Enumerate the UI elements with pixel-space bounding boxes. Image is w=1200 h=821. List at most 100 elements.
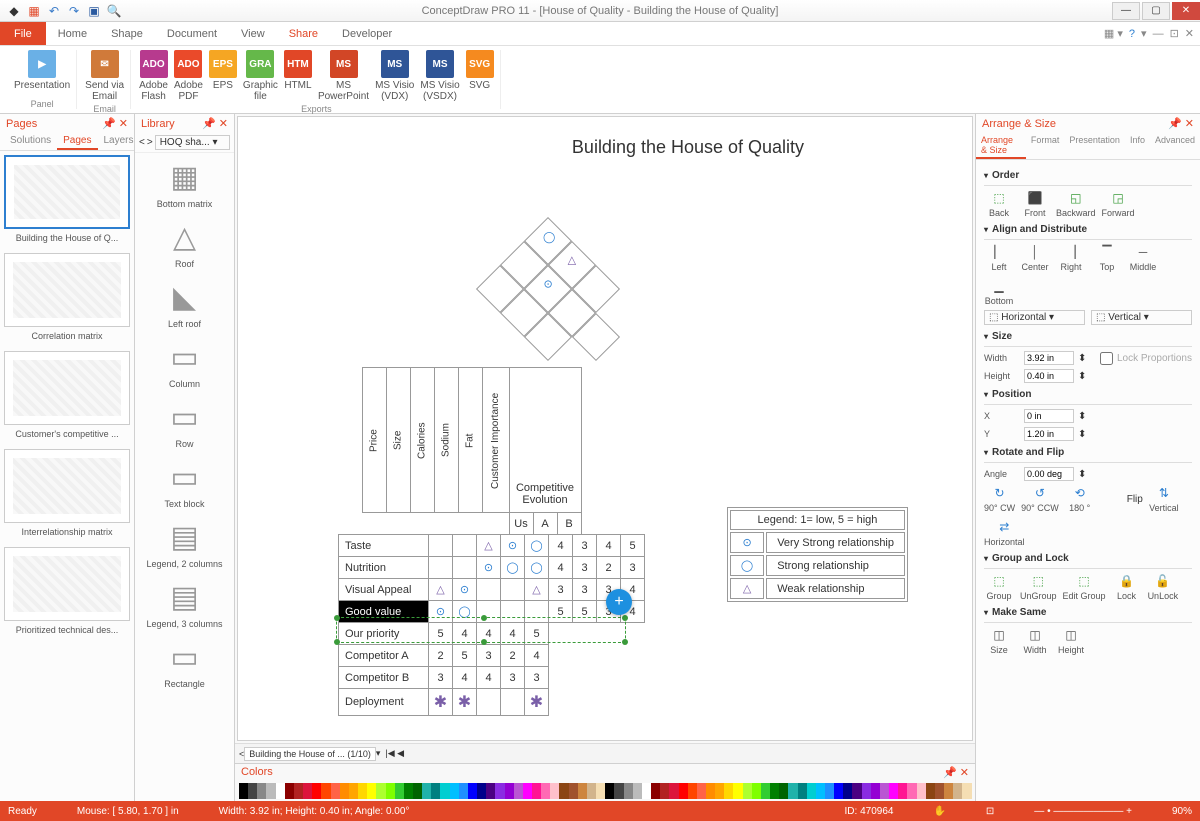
color-swatch[interactable] bbox=[440, 783, 449, 799]
color-swatch[interactable] bbox=[743, 783, 752, 799]
color-swatch[interactable] bbox=[395, 783, 404, 799]
color-swatch[interactable] bbox=[962, 783, 971, 799]
menu-developer[interactable]: Developer bbox=[330, 24, 404, 44]
color-swatch[interactable] bbox=[550, 783, 559, 799]
row-label[interactable]: Visual Appeal bbox=[339, 579, 429, 601]
ribbon-eps[interactable]: EPSEPS bbox=[209, 50, 237, 91]
color-swatch[interactable] bbox=[349, 783, 358, 799]
color-swatch[interactable] bbox=[450, 783, 459, 799]
menu-shape[interactable]: Shape bbox=[99, 24, 155, 44]
color-swatch[interactable] bbox=[331, 783, 340, 799]
row-label[interactable]: Competitor B bbox=[339, 667, 429, 689]
help-icon[interactable]: ? bbox=[1129, 28, 1135, 40]
pin-icon[interactable]: 📌 bbox=[943, 767, 957, 779]
color-swatch[interactable] bbox=[312, 783, 321, 799]
color-swatch[interactable] bbox=[880, 783, 889, 799]
close-panel-icon[interactable]: ✕ bbox=[960, 767, 969, 779]
ribbon-ms-visio-(vsdx)[interactable]: MSMS Visio (VSDX) bbox=[420, 50, 459, 102]
pin-icon[interactable]: 📌 bbox=[1168, 118, 1182, 130]
color-swatch[interactable] bbox=[321, 783, 330, 799]
close-panel-icon[interactable]: ✕ bbox=[219, 118, 228, 130]
color-swatch[interactable] bbox=[688, 783, 697, 799]
hoq-priority-rows[interactable]: Our priority54445Competitor A25324Compet… bbox=[338, 622, 549, 716]
color-swatch[interactable] bbox=[596, 783, 605, 799]
section-rotate[interactable]: Rotate and Flip bbox=[984, 447, 1192, 458]
color-swatch[interactable] bbox=[276, 783, 285, 799]
color-swatch[interactable] bbox=[935, 783, 944, 799]
row-label[interactable]: Deployment bbox=[339, 689, 429, 716]
color-swatch[interactable] bbox=[340, 783, 349, 799]
color-swatch[interactable] bbox=[724, 783, 733, 799]
y-input[interactable] bbox=[1024, 427, 1074, 441]
hoq-matrix[interactable]: Price Size Calories Sodium Fat Customer … bbox=[338, 367, 582, 535]
x-input[interactable] bbox=[1024, 409, 1074, 423]
add-button[interactable]: + bbox=[606, 589, 632, 615]
color-swatch[interactable] bbox=[770, 783, 779, 799]
close-panel-icon[interactable]: ✕ bbox=[119, 118, 128, 130]
color-swatch[interactable] bbox=[523, 783, 532, 799]
color-swatch[interactable] bbox=[788, 783, 797, 799]
color-swatch[interactable] bbox=[495, 783, 504, 799]
rotate-180[interactable]: ⟲180 ° bbox=[1065, 485, 1095, 513]
color-swatch[interactable] bbox=[514, 783, 523, 799]
height-input[interactable] bbox=[1024, 369, 1074, 383]
color-swatch[interactable] bbox=[376, 783, 385, 799]
color-swatch[interactable] bbox=[843, 783, 852, 799]
ribbon-adobe-flash[interactable]: ADOAdobe Flash bbox=[139, 50, 168, 102]
menu-home[interactable]: Home bbox=[46, 24, 99, 44]
color-swatch[interactable] bbox=[413, 783, 422, 799]
tab-solutions[interactable]: Solutions bbox=[4, 133, 57, 150]
tab-info[interactable]: Info bbox=[1125, 133, 1150, 159]
align-bottom[interactable]: ▁Bottom bbox=[984, 278, 1014, 306]
menu-share[interactable]: Share bbox=[277, 24, 330, 44]
distribute-h[interactable]: ⬚ Horizontal ▾ bbox=[984, 310, 1085, 325]
minimize-button[interactable]: — bbox=[1112, 2, 1140, 20]
order-back[interactable]: ⬚Back bbox=[984, 190, 1014, 218]
color-swatch[interactable] bbox=[541, 783, 550, 799]
pin-icon[interactable]: 📌 bbox=[102, 118, 116, 130]
search-icon[interactable]: 🔍 bbox=[106, 3, 122, 19]
same-width[interactable]: ◫Width bbox=[1020, 627, 1050, 655]
page-thumb[interactable] bbox=[4, 449, 130, 523]
color-swatch[interactable] bbox=[587, 783, 596, 799]
section-align[interactable]: Align and Distribute bbox=[984, 224, 1192, 235]
color-swatch[interactable] bbox=[431, 783, 440, 799]
color-swatch[interactable] bbox=[834, 783, 843, 799]
color-swatch[interactable] bbox=[761, 783, 770, 799]
lib-shape-row[interactable]: ▭Row bbox=[139, 397, 230, 449]
zoom-slider[interactable]: — • ——————— + bbox=[1034, 806, 1132, 817]
lib-next-icon[interactable]: > bbox=[147, 137, 153, 148]
undo-icon[interactable]: ↶ bbox=[46, 3, 62, 19]
align-middle[interactable]: ─Middle bbox=[1128, 244, 1158, 272]
ribbon-svg[interactable]: SVGSVG bbox=[466, 50, 494, 91]
color-swatch[interactable] bbox=[917, 783, 926, 799]
lib-shape-column[interactable]: ▭Column bbox=[139, 337, 230, 389]
color-swatch[interactable] bbox=[294, 783, 303, 799]
tab-presentation[interactable]: Presentation bbox=[1064, 133, 1125, 159]
lib-prev-icon[interactable]: < bbox=[139, 137, 145, 148]
color-swatch[interactable] bbox=[660, 783, 669, 799]
align-center[interactable]: │Center bbox=[1020, 244, 1050, 272]
rotate-90cw[interactable]: ↻90° CW bbox=[984, 485, 1015, 513]
color-swatch[interactable] bbox=[679, 783, 688, 799]
page-thumb[interactable] bbox=[4, 155, 130, 229]
row-label[interactable]: Our priority bbox=[339, 623, 429, 645]
tab-advanced[interactable]: Advanced bbox=[1150, 133, 1200, 159]
pin-icon[interactable]: 📌 bbox=[202, 118, 216, 130]
pan-icon[interactable]: ✋ bbox=[933, 806, 945, 817]
color-swatch[interactable] bbox=[285, 783, 294, 799]
unlock-btn[interactable]: 🔓UnLock bbox=[1148, 573, 1179, 601]
rotate-90ccw[interactable]: ↺90° CCW bbox=[1021, 485, 1059, 513]
color-swatch[interactable] bbox=[624, 783, 633, 799]
ribbon-presentation[interactable]: ▶ Presentation bbox=[14, 50, 70, 91]
ribbon-html[interactable]: HTMHTML bbox=[284, 50, 312, 91]
order-front[interactable]: ⬛Front bbox=[1020, 190, 1050, 218]
section-order[interactable]: Order bbox=[984, 170, 1192, 181]
flip-horizontal[interactable]: ⇄Horizontal bbox=[984, 519, 1025, 547]
color-swatch[interactable] bbox=[459, 783, 468, 799]
lib-shape-roof[interactable]: △Roof bbox=[139, 217, 230, 269]
color-swatch[interactable] bbox=[898, 783, 907, 799]
color-swatch[interactable] bbox=[303, 783, 312, 799]
order-backward[interactable]: ◱Backward bbox=[1056, 190, 1096, 218]
file-menu[interactable]: File bbox=[0, 22, 46, 45]
